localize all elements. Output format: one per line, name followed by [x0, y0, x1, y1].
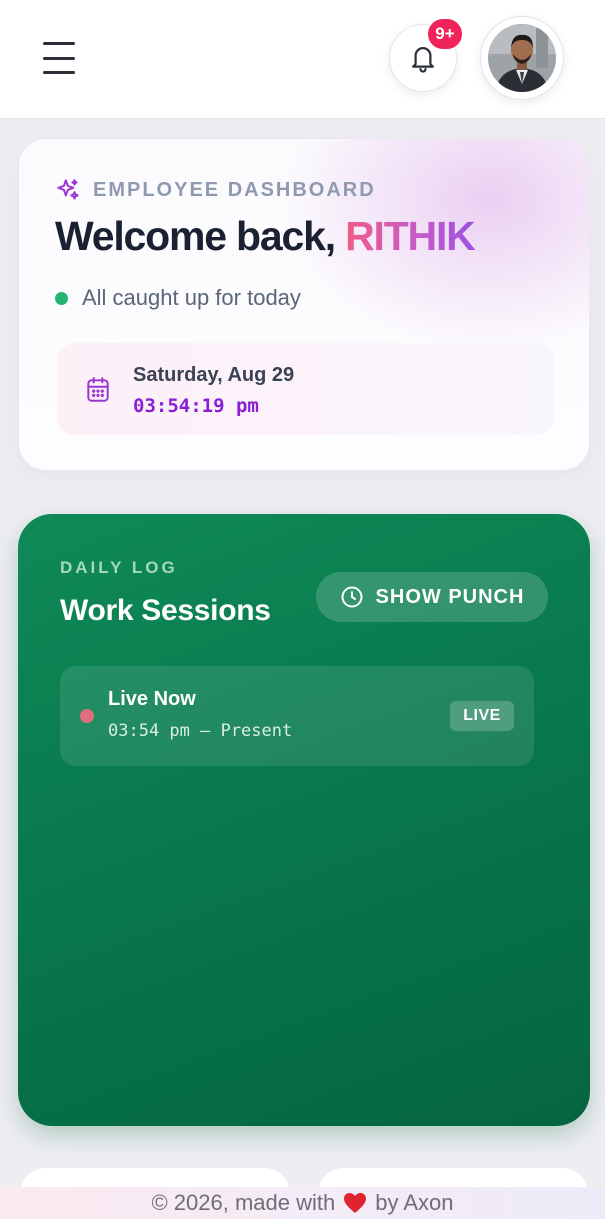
live-dot-icon [80, 709, 94, 723]
footer-prefix: © 2026, made with [151, 1190, 336, 1215]
page-title: Welcome back, RITHIK [55, 213, 476, 260]
notification-count-badge: 9+ [426, 17, 464, 51]
welcome-card: EMPLOYEE DASHBOARD Welcome back, RITHIK … [18, 138, 590, 471]
footer: © 2026, made with by Axon [0, 1187, 605, 1219]
footer-suffix: by Axon [375, 1190, 454, 1215]
clock-icon [341, 586, 363, 608]
current-time: 03:54:19 pm [133, 395, 259, 417]
menu-icon[interactable] [40, 38, 80, 78]
current-date: Saturday, Aug 29 [133, 364, 295, 386]
sparkles-icon [57, 179, 79, 200]
sessions-title: Work Sessions [60, 594, 271, 627]
status-dot-icon [55, 291, 68, 305]
profile-avatar-button[interactable] [480, 16, 564, 100]
date-time-box: Saturday, Aug 29 03:54:19 pm [57, 343, 555, 435]
heart-icon [344, 1193, 367, 1213]
show-punch-button[interactable]: SHOW PUNCH [316, 572, 548, 622]
top-app-bar: 9+ [0, 0, 605, 118]
session-list-item[interactable]: Live Now 03:54 pm — Present LIVE [60, 666, 534, 766]
status-row: All caught up for today [55, 285, 301, 311]
session-title: Live Now [108, 688, 196, 710]
greeting-text: Welcome back, [55, 213, 346, 259]
session-time-range: 03:54 pm — Present [108, 721, 293, 741]
show-punch-label: SHOW PUNCH [375, 585, 525, 608]
sessions-eyebrow: DAILY LOG [60, 558, 178, 577]
live-badge: LIVE [450, 701, 514, 731]
eyebrow-label: EMPLOYEE DASHBOARD [93, 178, 376, 201]
avatar [488, 24, 556, 92]
status-text: All caught up for today [82, 285, 301, 310]
user-name: RITHIK [345, 213, 476, 259]
calendar-icon [87, 377, 109, 402]
work-sessions-card: DAILY LOG Work Sessions SHOW PUNCH Live … [18, 514, 590, 1126]
dashboard-eyebrow: EMPLOYEE DASHBOARD [55, 177, 376, 203]
